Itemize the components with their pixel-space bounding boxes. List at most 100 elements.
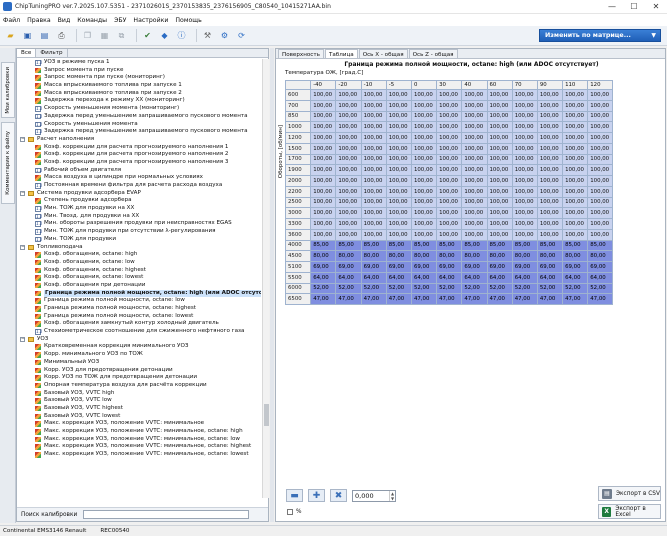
table-cell[interactable]: 100,00 [310, 196, 337, 209]
table-cell[interactable]: 100,00 [335, 110, 362, 123]
table-cell[interactable]: 100,00 [335, 196, 362, 209]
table-cell[interactable]: 100,00 [511, 121, 538, 133]
table-cell[interactable]: 100,00 [461, 142, 488, 155]
table-cell[interactable]: 69,00 [536, 261, 564, 273]
table-cell[interactable]: 80,00 [587, 250, 614, 262]
table-cell[interactable]: 64,00 [511, 271, 538, 284]
table-cell[interactable]: 64,00 [461, 271, 488, 284]
table-cell[interactable]: 64,00 [360, 271, 387, 284]
tree-item[interactable]: 1.2 УОЗ в режиме пуска 1 [17, 59, 261, 67]
table-cell[interactable]: 100,00 [335, 132, 362, 144]
table-cell[interactable]: 100,00 [486, 110, 513, 123]
column-header[interactable]: -10 [360, 80, 387, 90]
table-cell[interactable]: 64,00 [310, 271, 337, 284]
column-header[interactable]: 0 [410, 80, 438, 90]
save-as-icon[interactable]: ▤ [38, 29, 51, 42]
tree-item[interactable]: Коэф. обогащения, octane: low [17, 259, 261, 267]
table-cell[interactable]: 80,00 [360, 250, 387, 262]
table-cell[interactable]: 64,00 [335, 271, 362, 284]
table-cell[interactable]: 47,00 [360, 293, 387, 305]
table-cell[interactable]: 85,00 [335, 239, 362, 252]
tree-item[interactable]: Коэф. коррекции для расчета прогнозируем… [17, 151, 261, 159]
tree-item[interactable]: Степень продувки адсорбера [17, 197, 261, 205]
table-cell[interactable]: 100,00 [562, 121, 589, 133]
table-cell[interactable]: 100,00 [360, 228, 387, 241]
table-cell[interactable]: 100,00 [536, 121, 564, 133]
table-cell[interactable]: 100,00 [410, 196, 438, 209]
table-cell[interactable]: 100,00 [587, 218, 614, 230]
table-cell[interactable]: 100,00 [486, 185, 513, 198]
tree-item[interactable]: Запрос момента при пуске (мониторинг) [17, 74, 261, 82]
column-header[interactable]: 90 [536, 80, 564, 90]
table-cell[interactable]: 100,00 [587, 142, 614, 155]
table-cell[interactable]: 100,00 [385, 185, 412, 198]
table-cell[interactable]: 100,00 [360, 99, 387, 112]
table-cell[interactable]: 64,00 [536, 271, 564, 284]
table-cell[interactable]: 100,00 [410, 218, 438, 230]
table-cell[interactable]: 100,00 [436, 132, 463, 144]
table-cell[interactable]: 100,00 [536, 99, 564, 112]
table-cell[interactable]: 69,00 [385, 261, 412, 273]
table-cell[interactable]: 100,00 [536, 207, 564, 219]
tree-item[interactable]: 1.2 Мин. обороты разрешения продувки при … [17, 220, 261, 228]
table-cell[interactable]: 100,00 [536, 164, 564, 176]
tree-item[interactable]: Коэф. обогащения, octane: lowest [17, 274, 261, 282]
table-cell[interactable]: 100,00 [335, 153, 362, 166]
tree-item[interactable]: Коэф. обогащения замкнутый контур холодн… [17, 320, 261, 328]
tree-item[interactable]: Опорная температура воздуха для расчёта … [17, 382, 261, 390]
table-cell[interactable]: 100,00 [511, 132, 538, 144]
compare-icon[interactable]: ⧉ [115, 29, 128, 42]
table-cell[interactable]: 100,00 [310, 164, 337, 176]
table-cell[interactable]: 100,00 [310, 175, 337, 187]
spinner-icon[interactable]: ▲ ▼ [389, 490, 395, 501]
table-cell[interactable]: 100,00 [562, 132, 589, 144]
table-cell[interactable]: 100,00 [486, 175, 513, 187]
update-icon[interactable]: ⟳ [235, 29, 248, 42]
table-cell[interactable]: 85,00 [536, 239, 564, 252]
tree-item[interactable]: Макс. коррекция УОЗ, положение VVTC: мин… [17, 428, 261, 436]
table-cell[interactable]: 52,00 [310, 282, 337, 295]
table-cell[interactable]: 100,00 [461, 121, 488, 133]
table-cell[interactable]: 85,00 [461, 239, 488, 252]
table-cell[interactable]: 100,00 [335, 175, 362, 187]
row-header[interactable]: 2500 [284, 196, 312, 209]
panel-splitter[interactable] [270, 48, 274, 522]
table-cell[interactable]: 69,00 [511, 261, 538, 273]
table-cell[interactable]: 85,00 [511, 239, 538, 252]
tab-filter[interactable]: Фильтр [36, 49, 68, 57]
table-cell[interactable]: 100,00 [335, 164, 362, 176]
table-cell[interactable]: 47,00 [335, 293, 362, 305]
tree-item[interactable]: Коэф. коррекции для расчета прогнозируем… [17, 159, 261, 167]
table-cell[interactable]: 100,00 [587, 228, 614, 241]
table-cell[interactable]: 100,00 [385, 121, 412, 133]
table-cell[interactable]: 100,00 [335, 142, 362, 155]
row-header[interactable]: 700 [284, 99, 312, 112]
table-cell[interactable]: 64,00 [385, 271, 412, 284]
menu-commands[interactable]: Команды [77, 17, 107, 24]
column-header[interactable]: 40 [461, 80, 488, 90]
tree-item[interactable]: 1.2 Мин. ТОЖ для продувки при отсутствии … [17, 228, 261, 236]
table-cell[interactable]: 100,00 [385, 153, 412, 166]
table-cell[interactable]: 100,00 [385, 164, 412, 176]
tab-surface[interactable]: Поверхность [278, 49, 324, 58]
table-cell[interactable]: 100,00 [562, 228, 589, 241]
table-cell[interactable]: 100,00 [587, 164, 614, 176]
tree-item[interactable]: Коэф. коррекции для расчета прогнозируем… [17, 144, 261, 152]
table-cell[interactable]: 80,00 [461, 250, 488, 262]
tab-axis-z[interactable]: Ось Z - общая [408, 49, 458, 58]
table-cell[interactable]: 52,00 [562, 282, 589, 295]
table-cell[interactable]: 100,00 [436, 110, 463, 123]
change-by-matrix-dropdown[interactable]: Изменить по матрице... ▼ [539, 29, 661, 42]
tree-item[interactable]: Коэф. обогащения, octane: highest [17, 267, 261, 275]
table-cell[interactable]: 85,00 [562, 239, 589, 252]
table-cell[interactable]: 100,00 [461, 228, 488, 241]
table-cell[interactable]: 69,00 [410, 261, 438, 273]
table-cell[interactable]: 100,00 [486, 121, 513, 133]
table-cell[interactable]: 100,00 [461, 196, 488, 209]
table-cell[interactable]: 100,00 [360, 121, 387, 133]
table-cell[interactable]: 100,00 [536, 175, 564, 187]
tree-item[interactable]: Коэф. обогащения при детонации [17, 282, 261, 290]
tree-item[interactable]: Корр. минимального УОЗ по ТОЖ [17, 351, 261, 359]
table-cell[interactable]: 100,00 [385, 228, 412, 241]
table-cell[interactable]: 100,00 [587, 132, 614, 144]
